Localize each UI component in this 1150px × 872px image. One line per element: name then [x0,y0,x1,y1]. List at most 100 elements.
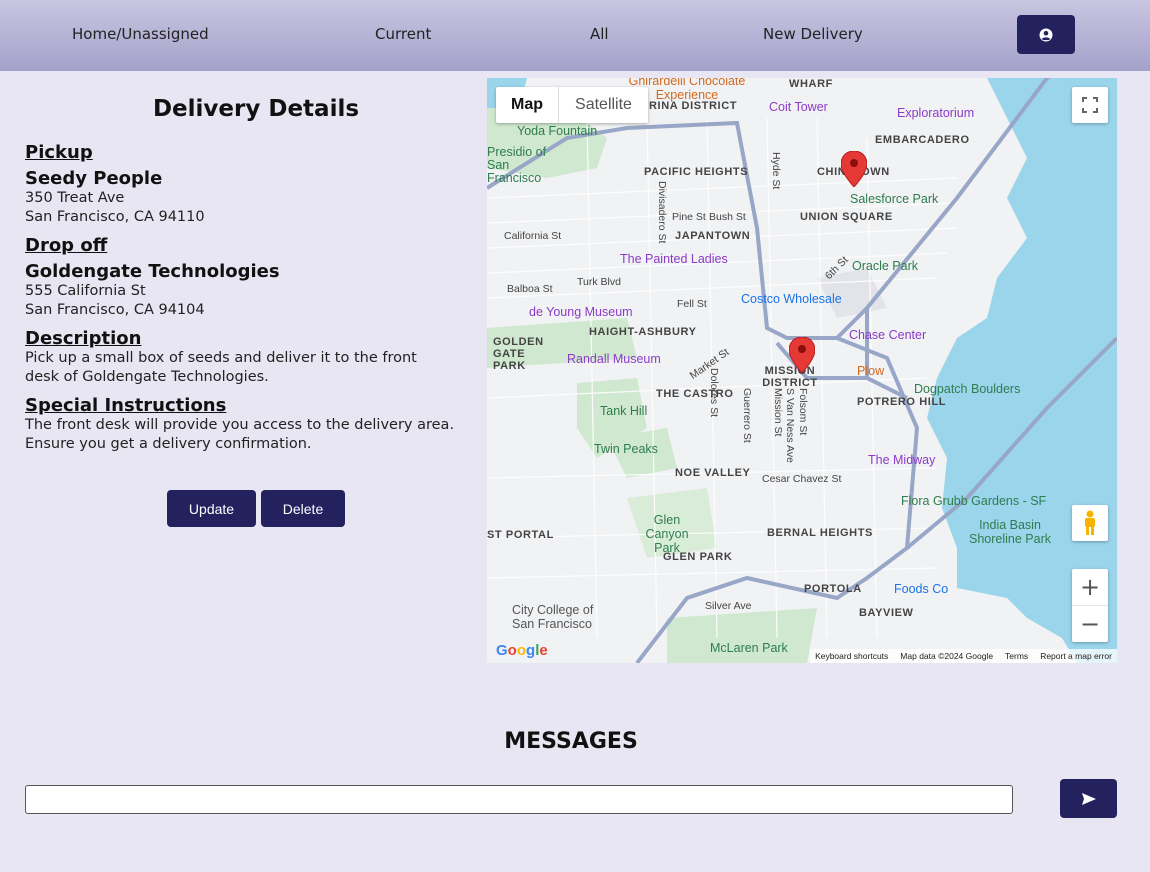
action-buttons: Update Delete [167,490,345,527]
poi-label: City College of San Francisco [512,603,594,631]
special-instructions-heading: Special Instructions [25,395,227,416]
dropoff-marker-icon[interactable] [841,151,867,187]
dropoff-section: Drop off Goldengate Technologies 555 Cal… [25,235,485,320]
nav-current[interactable]: Current [375,25,431,43]
street-label: Pine St [672,211,706,223]
pickup-name: Seedy People [25,168,163,189]
poi-label: The Painted Ladies [620,252,728,266]
district-label: HAIGHT-ASHBURY [589,326,697,338]
district-label: THE CASTRO [656,388,734,400]
top-nav: Home/Unassigned Current All New Delivery [0,0,1150,71]
street-label: Folsom St [797,388,809,436]
poi-label: Coit Tower [769,100,828,114]
zoom-in-icon[interactable]: + [1072,570,1108,606]
dropoff-name: Goldengate Technologies [25,261,280,282]
street-label: Cesar Chavez St [762,473,842,485]
send-button[interactable] [1060,779,1117,818]
map-data-attribution: Map data ©2024 Google [900,651,994,661]
zoom-out-icon[interactable]: − [1072,606,1108,642]
special-instructions-section: Special Instructions The front desk will… [25,395,485,454]
special-instructions-line1: The front desk will provide you access t… [25,417,455,433]
district-label: POTRERO HILL [857,396,947,408]
pickup-address-line2: San Francisco, CA 94110 [25,209,205,225]
fullscreen-icon [1082,97,1098,113]
description-heading: Description [25,328,142,349]
district-label: PORTOLA [804,583,862,595]
poi-label: Flora Grubb Gardens - SF [901,494,1047,508]
pegman-icon [1085,510,1095,535]
nav-all[interactable]: All [590,25,609,43]
nav-new-delivery[interactable]: New Delivery [763,25,863,43]
district-label: PACIFIC HEIGHTS [644,166,749,178]
map-type-satellite-button[interactable]: Satellite [558,87,648,123]
district-label: GOLDEN GATE PARK [493,336,544,372]
delivery-details: Delivery Details Pickup Seedy People 350… [25,96,485,462]
street-label: Fell St [677,298,707,310]
poi-label: Costco Wholesale [741,292,842,306]
page-title: Delivery Details [152,96,360,122]
poi-label: Oracle Park [852,259,918,273]
poi-label: Randall Museum [567,352,661,366]
poi-label: Yoda Fountain [517,124,598,138]
street-label: Divisadero St [656,181,668,244]
poi-label: Presidio of San Francisco [487,145,547,185]
keyboard-shortcuts-link[interactable]: Keyboard shortcuts [815,651,888,661]
district-label: BAYVIEW [859,607,914,619]
report-map-error-link[interactable]: Report a map error [1040,651,1112,661]
map-type-control: Map Satellite [496,87,648,123]
pickup-address-line1: 350 Treat Ave [25,190,125,206]
district-label: WHARF [789,78,833,90]
district-label: ST PORTAL [487,529,554,541]
profile-button[interactable] [1017,15,1075,54]
google-logo: Google [496,642,548,659]
street-label: Balboa St [507,283,553,295]
user-circle-icon [1039,28,1053,41]
zoom-control: + − [1072,569,1108,642]
map-footer: Keyboard shortcuts Map data ©2024 Google… [810,649,1117,663]
nav-home-unassigned[interactable]: Home/Unassigned [72,25,209,43]
update-button[interactable]: Update [167,490,256,527]
poi-label: Salesforce Park [850,192,939,206]
poi-label: Glen Canyon Park [645,513,689,555]
street-label: Bush St [709,211,746,223]
terms-link[interactable]: Terms [1005,651,1028,661]
description-line2: desk of Goldengate Technologies. [25,369,269,385]
district-label: NOE VALLEY [675,467,751,479]
special-instructions-line2: Ensure you get a delivery confirmation. [25,436,312,452]
street-label: California St [504,230,562,242]
fullscreen-button[interactable] [1072,87,1108,123]
description-line1: Pick up a small box of seeds and deliver… [25,350,417,366]
street-label: S Van Ness Ave [784,388,796,463]
dropoff-heading: Drop off [25,235,108,256]
pickup-heading: Pickup [25,142,93,163]
map-type-map-button[interactable]: Map [496,87,558,123]
description-section: Description Pick up a small box of seeds… [25,328,485,387]
street-label: Guerrero St [741,388,753,443]
poi-label: Foods Co [894,582,949,596]
street-label: Turk Blvd [577,276,621,288]
district-label: JAPANTOWN [675,230,751,242]
poi-label: Tank Hill [600,404,648,418]
poi-label: de Young Museum [529,305,633,319]
street-label: Hyde St [770,152,782,190]
poi-label: Plow [857,364,885,378]
send-icon [1081,792,1096,805]
street-view-button[interactable] [1072,505,1108,541]
delete-button[interactable]: Delete [261,490,345,527]
poi-label: McLaren Park [710,641,788,655]
district-label: UNION SQUARE [800,211,893,223]
delivery-map[interactable]: PACIFIC HEIGHTS JAPANTOWN UNION SQUARE C… [487,78,1117,663]
dropoff-address-line2: San Francisco, CA 94104 [25,302,205,318]
pickup-section: Pickup Seedy People 350 Treat Ave San Fr… [25,142,485,227]
poi-label: The Midway [868,453,936,467]
poi-label: Chase Center [849,328,927,342]
pickup-marker-icon[interactable] [789,337,815,373]
poi-label: India Basin Shoreline Park [969,518,1051,546]
messages-title: MESSAGES [504,729,638,754]
street-label: Mission St [772,388,784,437]
poi-label: Exploratorium [897,106,975,120]
street-label: Silver Ave [705,600,752,612]
poi-label: Dogpatch Boulders [914,382,1021,396]
poi-label: Twin Peaks [594,442,658,456]
message-input[interactable] [25,785,1013,814]
